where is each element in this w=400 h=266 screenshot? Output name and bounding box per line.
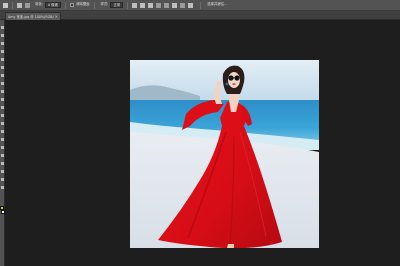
- close-icon[interactable]: ×: [55, 14, 58, 19]
- separator: [200, 1, 202, 9]
- blur-tool-icon[interactable]: [1, 122, 4, 125]
- marquee-tool-icon[interactable]: [1, 34, 4, 37]
- dodge-tool-icon[interactable]: [1, 130, 4, 133]
- antialias-group[interactable]: 消除锯齿: [69, 0, 90, 11]
- feather-group: 羽化: 0 像素: [33, 0, 61, 11]
- marquee-tool-icon: [3, 2, 8, 8]
- sunglasses-left: [228, 75, 234, 81]
- tool-preset-picker[interactable]: [3, 0, 8, 11]
- more-tools-icon[interactable]: [1, 186, 4, 189]
- document-tab-title: Amy 宝宝.jpg @ 100%(RGB/8): [8, 15, 54, 19]
- healing-brush-tool-icon[interactable]: [1, 74, 4, 77]
- history-brush-tool-icon[interactable]: [1, 98, 4, 101]
- pen-tool-icon[interactable]: [1, 138, 4, 141]
- hand-tool-icon[interactable]: [1, 170, 4, 173]
- style-select[interactable]: 正常: [110, 2, 124, 8]
- eyedropper-tool-icon[interactable]: [1, 66, 4, 69]
- feather-input[interactable]: 0 像素: [44, 2, 61, 8]
- align-center-icon[interactable]: [140, 2, 146, 8]
- document-image[interactable]: [130, 60, 319, 248]
- separator: [12, 1, 13, 9]
- align-left-icon[interactable]: [132, 2, 138, 8]
- type-tool-icon[interactable]: [1, 146, 4, 149]
- selection-mode-group: [17, 0, 33, 11]
- new-selection-icon[interactable]: [17, 2, 22, 8]
- select-mask-button[interactable]: 选择并遮住...: [207, 2, 227, 6]
- align-top-icon[interactable]: [156, 2, 162, 8]
- separator: [64, 1, 66, 9]
- foot: [227, 244, 234, 248]
- document-tab[interactable]: Amy 宝宝.jpg @ 100%(RGB/8) ×: [5, 12, 61, 20]
- clone-stamp-tool-icon[interactable]: [1, 90, 4, 93]
- align-middle-icon[interactable]: [164, 2, 170, 8]
- gradient-tool-icon[interactable]: [1, 114, 4, 117]
- earring: [225, 82, 229, 86]
- move-tool-icon[interactable]: [1, 26, 4, 29]
- distribute-vertical-icon[interactable]: [188, 2, 194, 8]
- shape-tool-icon[interactable]: [1, 162, 4, 165]
- select-mask-group[interactable]: 选择并遮住...: [205, 0, 227, 11]
- path-select-tool-icon[interactable]: [1, 154, 4, 157]
- sunglasses-right: [234, 75, 240, 81]
- eraser-tool-icon[interactable]: [1, 106, 4, 109]
- align-bottom-icon[interactable]: [172, 2, 178, 8]
- antialias-checkbox[interactable]: [69, 3, 74, 7]
- lasso-tool-icon[interactable]: [1, 42, 4, 45]
- quick-select-tool-icon[interactable]: [1, 50, 4, 53]
- style-group: 样式: 正常: [99, 0, 124, 11]
- separator: [127, 1, 129, 9]
- sunglasses-bridge: [233, 77, 235, 79]
- separator: [93, 1, 95, 9]
- align-icons: [132, 0, 196, 11]
- style-label: 样式:: [100, 2, 109, 7]
- add-selection-icon[interactable]: [25, 2, 30, 8]
- antialias-label: 消除锯齿: [75, 2, 90, 7]
- zoom-tool-icon[interactable]: [1, 178, 4, 181]
- feather-label: 羽化:: [35, 2, 43, 7]
- distribute-icon[interactable]: [180, 2, 186, 8]
- options-bar: 羽化: 0 像素 消除锯齿 样式: 正常 选择并遮住...: [0, 0, 400, 11]
- crop-tool-icon[interactable]: [1, 58, 4, 61]
- brush-tool-icon[interactable]: [1, 82, 4, 85]
- document-tab-bar: Amy 宝宝.jpg @ 100%(RGB/8) ×: [0, 11, 400, 20]
- lips: [232, 83, 236, 85]
- align-right-icon[interactable]: [148, 2, 154, 8]
